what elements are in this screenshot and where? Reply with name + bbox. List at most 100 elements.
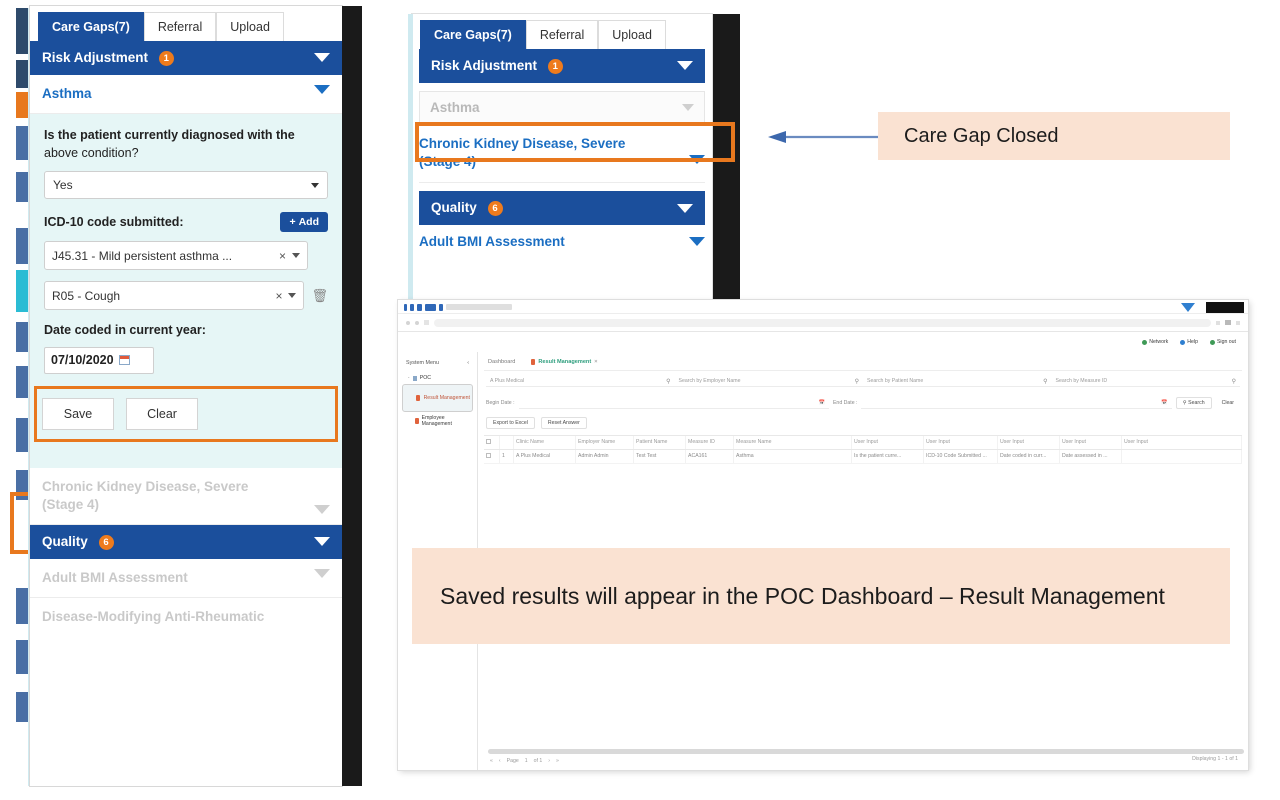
sliver-block bbox=[16, 692, 28, 722]
select-all-checkbox-cell[interactable] bbox=[484, 436, 500, 449]
clear-filters-button[interactable]: Clear bbox=[1215, 398, 1240, 408]
tab-referral[interactable]: Referral bbox=[143, 12, 217, 41]
search-icon[interactable]: ⚲ bbox=[855, 378, 859, 385]
table-row[interactable]: 1 A Plus Medical Admin Admin Test Test A… bbox=[484, 450, 1242, 464]
first-page-icon[interactable]: « bbox=[490, 758, 493, 764]
calendar-icon[interactable]: 📅 bbox=[1161, 400, 1167, 406]
back-icon[interactable] bbox=[406, 320, 410, 325]
browser-address-bar[interactable] bbox=[398, 314, 1248, 332]
help-button[interactable]: Help bbox=[1180, 339, 1198, 345]
search-clinic-field[interactable]: A Plus Medical ⚲ bbox=[486, 376, 675, 387]
care-gap-item-bmi[interactable]: Adult BMI Assessment bbox=[419, 234, 705, 249]
save-button[interactable]: Save bbox=[42, 397, 114, 430]
app-top-actions: Network Help Sign out bbox=[398, 332, 1248, 352]
section-quality[interactable]: Quality 6 bbox=[419, 191, 705, 226]
diagnosis-answer-select[interactable]: Yes bbox=[44, 171, 328, 200]
chevron-down-icon[interactable] bbox=[314, 53, 330, 63]
close-icon[interactable]: × bbox=[594, 359, 597, 365]
expand-icon[interactable]: · bbox=[408, 375, 410, 381]
date-coded-input[interactable]: 07/10/2020 bbox=[44, 346, 154, 374]
table-header-user-input-1[interactable]: User Input bbox=[852, 436, 924, 449]
table-header-patient-name[interactable]: Patient Name bbox=[634, 436, 686, 449]
chevron-down-icon[interactable] bbox=[314, 568, 330, 578]
tab-upload[interactable]: Upload bbox=[216, 12, 284, 41]
search-patient-field[interactable]: Search by Patient Name ⚲ bbox=[863, 376, 1052, 387]
extension-icon[interactable] bbox=[1225, 320, 1231, 325]
url-text[interactable] bbox=[434, 318, 1211, 327]
chevron-down-icon[interactable] bbox=[314, 504, 330, 514]
clear-icon[interactable]: × bbox=[279, 249, 286, 263]
calendar-icon[interactable] bbox=[118, 355, 130, 366]
end-date-input[interactable]: 📅 bbox=[861, 398, 1172, 409]
care-gap-item-bmi[interactable]: Adult BMI Assessment bbox=[30, 558, 342, 599]
clear-button[interactable]: Clear bbox=[126, 397, 198, 430]
search-employer-field[interactable]: Search by Employer Name ⚲ bbox=[674, 376, 863, 387]
section-risk-adjustment[interactable]: Risk Adjustment 1 bbox=[419, 49, 705, 83]
next-page-icon[interactable]: › bbox=[548, 758, 550, 764]
search-measure-field[interactable]: Search by Measure ID ⚲ bbox=[1051, 376, 1240, 387]
chevron-down-icon[interactable] bbox=[314, 84, 330, 94]
sidebar-item-employee-management[interactable]: Employee Management bbox=[402, 412, 473, 430]
icd-code-select-2[interactable]: R05 - Cough × bbox=[44, 281, 305, 311]
care-gap-item-dmard[interactable]: Disease-Modifying Anti-Rheumatic bbox=[30, 598, 342, 637]
pagination-page-input[interactable]: 1 bbox=[525, 758, 528, 764]
row-checkbox-cell[interactable] bbox=[484, 450, 500, 463]
user-icon bbox=[1209, 339, 1215, 345]
forward-icon[interactable] bbox=[415, 320, 419, 325]
chevron-left-icon[interactable]: ‹ bbox=[467, 360, 469, 366]
search-icon[interactable]: ⚲ bbox=[666, 378, 670, 385]
network-button[interactable]: Network bbox=[1142, 339, 1168, 345]
star-icon[interactable] bbox=[1216, 320, 1220, 325]
table-header-user-input-2[interactable]: User Input bbox=[924, 436, 998, 449]
chevron-down-icon[interactable] bbox=[314, 537, 330, 547]
prev-page-icon[interactable]: ‹ bbox=[499, 758, 501, 764]
icd-label-row: ICD-10 code submitted: + Add bbox=[44, 212, 328, 233]
delete-icon[interactable]: 🗑 bbox=[311, 288, 328, 304]
table-header-user-input-3[interactable]: User Input bbox=[998, 436, 1060, 449]
section-risk-adjustment[interactable]: Risk Adjustment 1 bbox=[30, 41, 342, 75]
search-icon[interactable]: ⚲ bbox=[1043, 378, 1047, 385]
export-to-excel-button[interactable]: Export to Excel bbox=[486, 417, 535, 429]
chevron-down-icon[interactable] bbox=[682, 104, 694, 112]
table-header-clinic-name[interactable]: Clinic Name bbox=[514, 436, 576, 449]
search-icon: ⚲ bbox=[1182, 400, 1187, 406]
checkbox-icon[interactable] bbox=[486, 453, 491, 458]
search-icon[interactable]: ⚲ bbox=[1232, 378, 1236, 385]
section-quality[interactable]: Quality 6 bbox=[30, 524, 342, 559]
care-gap-item-ckd[interactable]: Chronic Kidney Disease, Severe (Stage 4) bbox=[30, 467, 342, 525]
sliver-block bbox=[16, 418, 28, 452]
table-header-user-input-4[interactable]: User Input bbox=[1060, 436, 1122, 449]
last-page-icon[interactable]: » bbox=[556, 758, 559, 764]
sign-out-button[interactable]: Sign out bbox=[1209, 339, 1236, 345]
tab-care-gaps[interactable]: Care Gaps(7) bbox=[38, 12, 144, 41]
chevron-down-icon[interactable] bbox=[677, 203, 693, 213]
table-header-user-input-5[interactable]: User Input bbox=[1122, 436, 1242, 449]
tab-referral[interactable]: Referral bbox=[525, 20, 599, 49]
clear-icon[interactable]: × bbox=[275, 289, 282, 303]
add-icd-code-button[interactable]: + Add bbox=[280, 212, 328, 233]
tab-result-management[interactable]: Result Management × bbox=[531, 359, 598, 365]
icd-code-select-1[interactable]: J45.31 - Mild persistent asthma ... × bbox=[44, 241, 308, 271]
tab-dashboard[interactable]: Dashboard bbox=[488, 359, 515, 365]
table-header-measure-id[interactable]: Measure ID bbox=[686, 436, 734, 449]
table-header-measure-name[interactable]: Measure Name bbox=[734, 436, 852, 449]
tab-care-gaps[interactable]: Care Gaps(7) bbox=[420, 20, 526, 49]
sidebar-item-result-management[interactable]: Result Management bbox=[402, 384, 473, 412]
begin-date-input[interactable]: 📅 bbox=[518, 398, 829, 409]
menu-icon[interactable] bbox=[1236, 320, 1240, 325]
chevron-down-icon[interactable] bbox=[677, 61, 693, 71]
checkbox-icon[interactable] bbox=[486, 439, 491, 444]
sidebar-item-poc[interactable]: · POC bbox=[402, 372, 473, 384]
tab-upload[interactable]: Upload bbox=[598, 20, 666, 49]
table-header-employer-name[interactable]: Employer Name bbox=[576, 436, 634, 449]
search-button[interactable]: ⚲ Search bbox=[1175, 397, 1212, 409]
reset-answer-button[interactable]: Reset Answer bbox=[540, 417, 587, 429]
chevron-down-icon[interactable] bbox=[689, 237, 705, 247]
care-gap-item-asthma[interactable]: Asthma bbox=[30, 74, 342, 115]
chevron-down-icon[interactable] bbox=[288, 293, 297, 299]
calendar-icon[interactable]: 📅 bbox=[819, 400, 825, 406]
chevron-down-icon[interactable] bbox=[292, 253, 300, 259]
care-gap-item-asthma-closed[interactable]: Asthma bbox=[419, 90, 705, 125]
horizontal-scrollbar[interactable] bbox=[488, 749, 1244, 754]
